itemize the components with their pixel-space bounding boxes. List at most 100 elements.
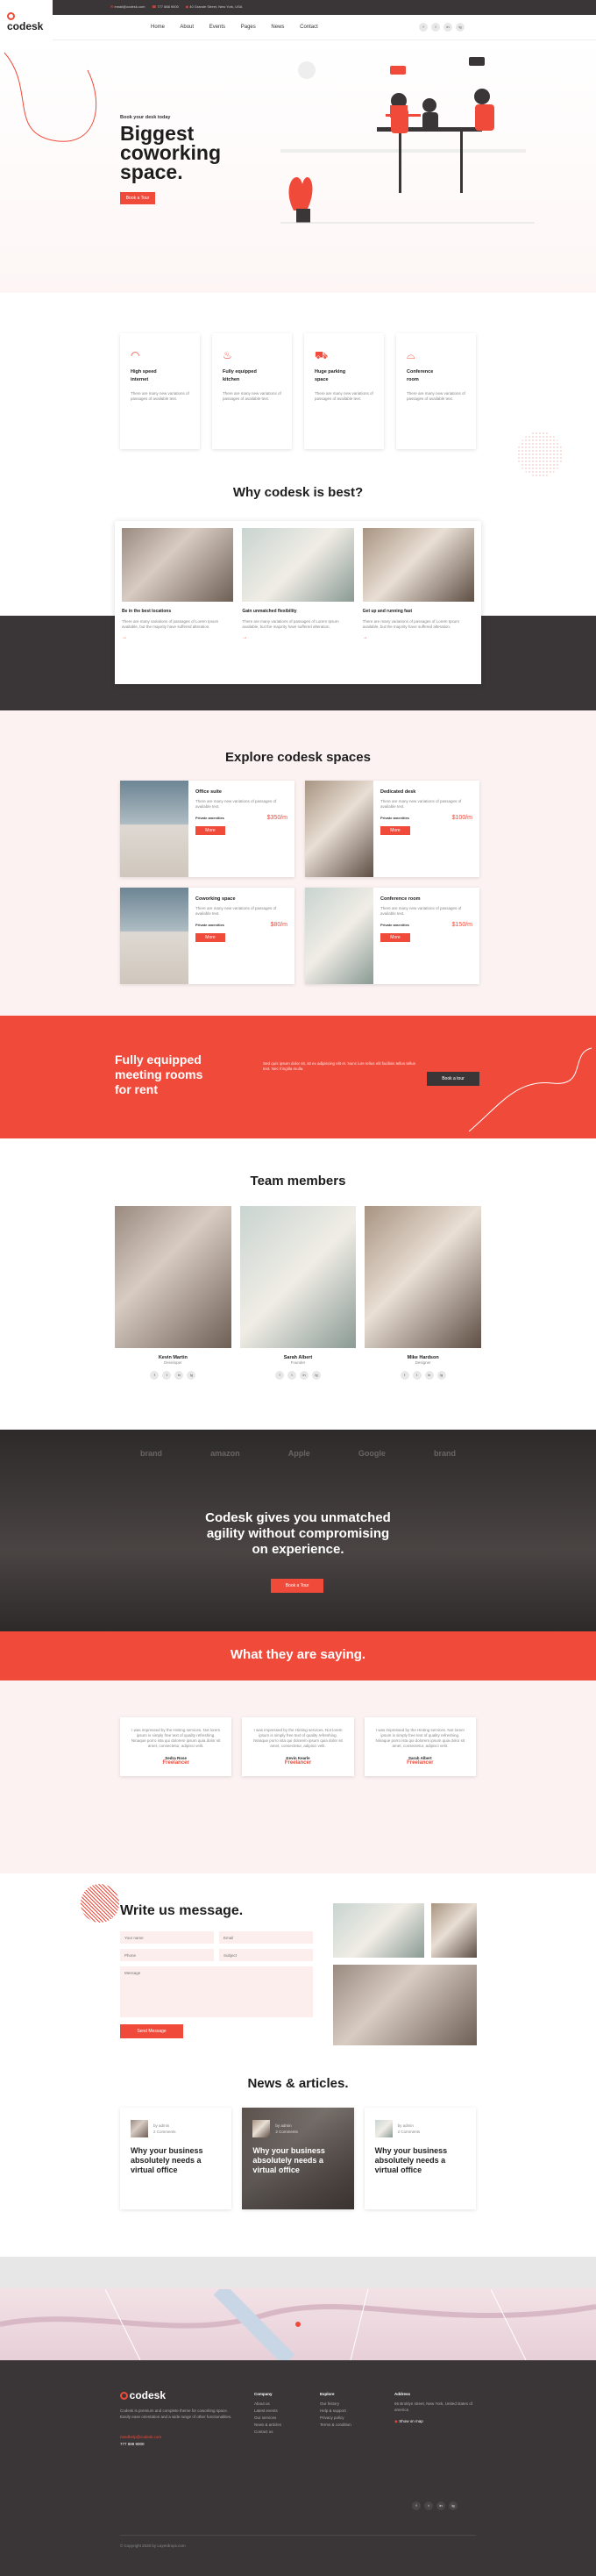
space-more-button[interactable]: More: [380, 933, 410, 942]
logo-icon: [7, 12, 15, 20]
cta-book-button[interactable]: Book a Tour: [271, 1579, 323, 1593]
news-card[interactable]: by admin 2 Comments Why your business abso…: [120, 2108, 232, 2209]
name-field[interactable]: [120, 1931, 214, 1944]
space-more-button[interactable]: More: [380, 826, 410, 835]
footer-link[interactable]: Privacy policy: [320, 2415, 351, 2422]
copyright: © Copyright 2020 by Layerdrops.com: [120, 2544, 186, 2548]
footer-link[interactable]: Contact us: [254, 2429, 281, 2436]
news-headline[interactable]: Why your business absolutely needs a virtu…: [131, 2146, 221, 2175]
top-email[interactable]: email@codesk.com: [114, 4, 145, 9]
rooms-title: Fully equipped meeting rooms for rent: [115, 1053, 203, 1096]
facebook-icon[interactable]: f: [150, 1371, 160, 1380]
brand-logos: brand amazon Apple Google brand: [140, 1449, 456, 1458]
news-headline[interactable]: Why your business absolutely needs a virtu…: [252, 2146, 343, 2175]
news-comments: 2 Comments: [275, 2130, 298, 2134]
nav-news[interactable]: News: [271, 25, 284, 30]
hero-book-button[interactable]: Book a Tour: [120, 192, 155, 204]
send-message-button[interactable]: Send Message: [120, 2024, 183, 2038]
space-title: Office suite: [195, 789, 222, 795]
space-card: Office suite There are many new variatio…: [120, 781, 294, 877]
top-phone[interactable]: 777 888 9000: [157, 4, 178, 9]
space-price: $80/m: [270, 922, 287, 928]
logo-icon: [120, 2391, 128, 2400]
linkedin-icon[interactable]: in: [300, 1371, 309, 1380]
footer-email[interactable]: needhelp@codesk.com: [120, 2435, 161, 2439]
nav-home[interactable]: Home: [151, 25, 165, 30]
feature-text: There are many new variations of passage…: [131, 391, 189, 401]
contact-photo: [431, 1903, 477, 1958]
author-avatar: [374, 2120, 393, 2137]
arrow-icon[interactable]: →: [242, 635, 353, 640]
main-nav: Home About Events Pages News Contact: [151, 25, 318, 30]
top-address: 40 Grande Street, New York, USA: [189, 4, 243, 9]
instagram-icon[interactable]: ig: [312, 1371, 321, 1380]
instagram-icon[interactable]: ig: [436, 1371, 446, 1380]
facebook-icon[interactable]: f: [275, 1371, 284, 1380]
news-comments: 2 Comments: [153, 2130, 176, 2134]
twitter-icon[interactable]: t: [424, 2501, 433, 2510]
twitter-icon[interactable]: t: [431, 23, 440, 32]
why-item-text: There are many variations of passages of…: [242, 619, 339, 629]
footer-col1: Company About us Latest events Our servi…: [254, 2391, 281, 2436]
brand-logo: amazon: [210, 1449, 240, 1458]
footer-link[interactable]: Help & support: [320, 2408, 351, 2415]
footer-logo[interactable]: codesk: [120, 2389, 166, 2401]
why-photo: [242, 528, 354, 602]
nav-events[interactable]: Events: [209, 25, 225, 30]
footer-link[interactable]: Our services: [254, 2415, 281, 2422]
linkedin-icon[interactable]: in: [424, 1371, 434, 1380]
hero-illustration: [280, 57, 535, 224]
phone-field[interactable]: [120, 1949, 214, 1961]
email-field[interactable]: [219, 1931, 313, 1944]
feature-title: Huge parking space: [315, 369, 346, 382]
news-headline[interactable]: Why your business absolutely needs a virtu…: [375, 2146, 465, 2175]
twitter-icon[interactable]: t: [412, 1371, 422, 1380]
footer: [0, 2360, 596, 2576]
news-card-featured[interactable]: by admin 2 Comments Why your business abso…: [242, 2108, 353, 2209]
linkedin-icon[interactable]: in: [436, 2501, 445, 2510]
why-photo: [362, 528, 474, 602]
space-photo: [120, 781, 188, 877]
facebook-icon[interactable]: f: [412, 2501, 421, 2510]
member-photo: [239, 1206, 357, 1348]
nav-about[interactable]: About: [180, 25, 194, 30]
news-card[interactable]: by admin 2 Comments Why your business abso…: [364, 2108, 476, 2209]
twitter-icon[interactable]: t: [287, 1371, 296, 1380]
arrow-icon[interactable]: →: [363, 635, 474, 640]
space-card: Dedicated desk There are many new variat…: [305, 781, 479, 877]
instagram-icon[interactable]: ig: [187, 1371, 196, 1380]
member-role: Designer: [415, 1360, 431, 1365]
space-more-button[interactable]: More: [195, 933, 225, 942]
instagram-icon[interactable]: ig: [449, 2501, 458, 2510]
nav-contact[interactable]: Contact: [300, 25, 318, 30]
space-more-button[interactable]: More: [195, 826, 225, 835]
feature-text: There are many new variations of passage…: [407, 391, 465, 401]
footer-link[interactable]: Terms & condition: [320, 2422, 351, 2429]
conference-icon: ⌓: [407, 349, 415, 361]
car-icon: ⛟: [315, 349, 329, 361]
nav-bar: [53, 15, 596, 40]
message-field[interactable]: [120, 1966, 313, 2017]
brand-logo: brand: [433, 1449, 456, 1458]
footer-link[interactable]: Latest events: [254, 2408, 281, 2415]
linkedin-icon[interactable]: in: [174, 1371, 184, 1380]
space-title: Conference room: [380, 896, 421, 902]
footer-link[interactable]: News & articles: [254, 2422, 281, 2429]
member-role: Founder: [290, 1360, 306, 1365]
space-card: Conference room There are many new varia…: [305, 888, 479, 984]
show-on-map-link[interactable]: ◉ Show on map: [394, 2418, 477, 2424]
facebook-icon[interactable]: f: [400, 1371, 409, 1380]
space-title: Coworking space: [195, 896, 236, 902]
nav-pages[interactable]: Pages: [241, 25, 256, 30]
footer-phone[interactable]: 777 888 9000: [120, 2442, 145, 2446]
nav-socials: f t in ig: [419, 23, 465, 32]
twitter-icon[interactable]: t: [162, 1371, 172, 1380]
feature-card: ♨ Fully equipped kitchen There are many n…: [212, 333, 292, 449]
subject-field[interactable]: [219, 1949, 313, 1961]
instagram-icon[interactable]: ig: [456, 23, 465, 32]
footer-link[interactable]: Our history: [320, 2401, 351, 2408]
linkedin-icon[interactable]: in: [443, 23, 452, 32]
arrow-icon[interactable]: →: [122, 635, 233, 640]
facebook-icon[interactable]: f: [419, 23, 428, 32]
footer-link[interactable]: About us: [254, 2401, 281, 2408]
